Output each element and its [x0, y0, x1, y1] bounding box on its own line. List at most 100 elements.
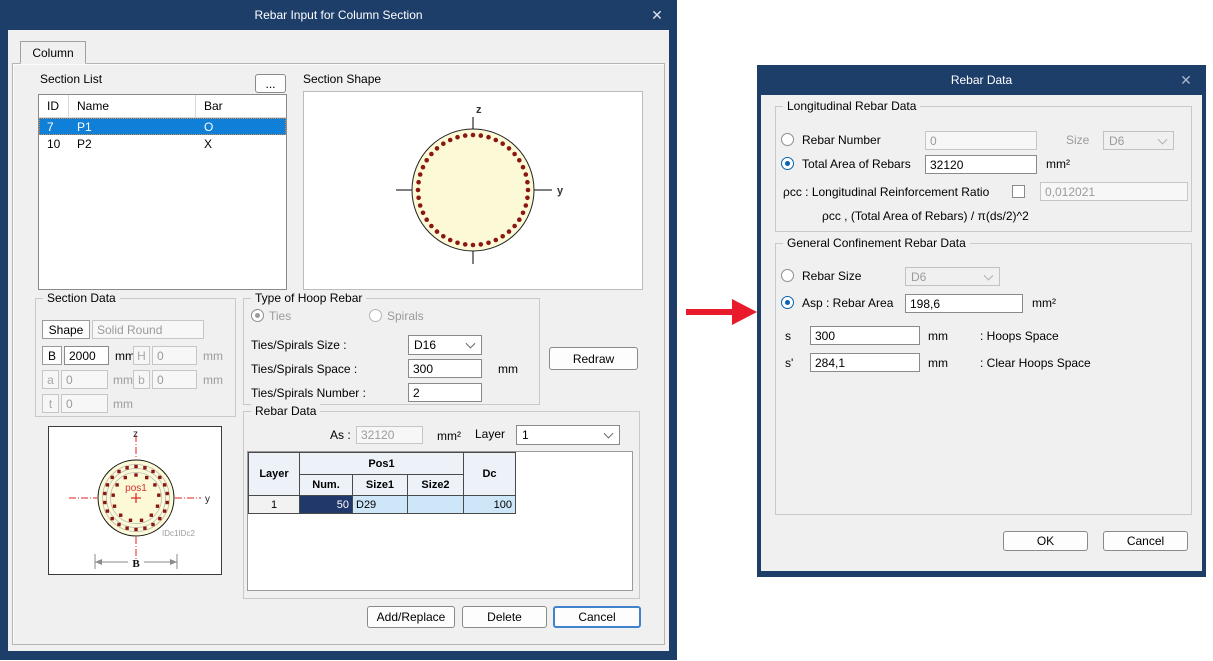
total-area-field[interactable]: 32120	[925, 155, 1037, 174]
cell-dc[interactable]: 100	[464, 496, 516, 514]
header-size2: Size2	[408, 475, 464, 496]
pcc-checkbox[interactable]	[1012, 185, 1025, 198]
left-dialog-title: Rebar Input for Column Section	[254, 8, 422, 22]
right-dialog-titlebar[interactable]: Rebar Data ✕	[757, 65, 1206, 95]
rebar-size-select: D6	[905, 267, 1000, 286]
size-select: D6	[1103, 131, 1174, 150]
s-desc: : Hoops Space	[980, 329, 1059, 344]
a-field: 0	[61, 370, 108, 389]
axis-y-label: y	[557, 185, 564, 197]
ties-space-unit: mm	[498, 362, 518, 377]
total-area-radio[interactable]	[781, 157, 794, 170]
column-name: Name	[69, 95, 196, 117]
cell-id: 7	[39, 120, 69, 134]
total-area-unit: mm²	[1046, 157, 1070, 172]
section-shape-label: Section Shape	[303, 72, 381, 87]
section-data-legend: Section Data	[43, 291, 120, 306]
sp-unit: mm	[928, 356, 948, 371]
header-pos1: Pos1	[300, 453, 464, 475]
list-item-p2[interactable]: 10 P2 X	[39, 135, 286, 152]
size-select-value: D6	[1109, 134, 1124, 148]
hoop-rebar-legend: Type of Hoop Rebar	[251, 291, 366, 306]
cell-size2[interactable]	[408, 496, 464, 514]
close-icon[interactable]: ✕	[643, 0, 671, 30]
cell-id: 10	[39, 137, 69, 151]
chevron-down-icon	[984, 270, 994, 280]
rebar-number-label: Rebar Number	[802, 133, 881, 148]
cell-bar: O	[196, 120, 286, 134]
ties-size-select[interactable]: D16	[408, 335, 482, 355]
shape-field: Solid Round	[92, 320, 204, 339]
ties-space-field[interactable]: 300	[408, 359, 482, 378]
rebar-data-dialog: Rebar Data ✕ Longitudinal Rebar Data Reb…	[757, 65, 1206, 577]
t-field: 0	[61, 394, 108, 413]
rebar-number-radio[interactable]	[781, 133, 794, 146]
s-unit: mm	[928, 329, 948, 344]
b2-unit: mm	[203, 373, 223, 388]
close-icon[interactable]: ✕	[1172, 65, 1200, 95]
rebar-data-legend: Rebar Data	[251, 404, 320, 419]
asp-label: Asp : Rebar Area	[802, 296, 893, 311]
column-bar: Bar	[196, 95, 286, 117]
ties-radio-label: Ties	[269, 309, 291, 324]
pcc-label: ρcc : Longitudinal Reinforcement Ratio	[783, 185, 989, 200]
b-field-label: B	[42, 346, 62, 365]
cell-name: P1	[69, 120, 196, 134]
browse-button[interactable]: ...	[255, 74, 286, 93]
sp-field[interactable]: 284,1	[810, 353, 920, 372]
cancel-button[interactable]: Cancel	[1103, 531, 1188, 551]
longitudinal-legend: Longitudinal Rebar Data	[783, 99, 920, 114]
ties-radio	[251, 309, 264, 322]
pcc-field: 0,012021	[1040, 182, 1188, 201]
section-list-label: Section List	[40, 72, 102, 87]
asp-field[interactable]: 198,6	[905, 294, 1023, 313]
sp-desc: : Clear Hoops Space	[980, 356, 1091, 371]
chevron-down-icon	[466, 339, 476, 349]
right-dialog-title: Rebar Data	[951, 73, 1012, 87]
cancel-button[interactable]: Cancel	[553, 606, 641, 628]
ok-button[interactable]: OK	[1003, 531, 1088, 551]
s-label: s	[785, 329, 791, 344]
cell-size1[interactable]: D29	[353, 496, 408, 514]
size-label: Size	[1066, 133, 1089, 148]
layer-label: Layer	[475, 427, 505, 442]
axis-z-label: z	[476, 104, 482, 116]
cell-name: P2	[69, 137, 196, 151]
layer-select[interactable]: 1	[516, 425, 620, 445]
tab-column[interactable]: Column	[20, 41, 86, 64]
section-list-header: ID Name Bar	[39, 95, 286, 118]
s-field[interactable]: 300	[810, 326, 920, 345]
cell-num-selected[interactable]: 50	[300, 496, 353, 514]
t-field-label: t	[42, 394, 59, 413]
rebar-size-label: Rebar Size	[802, 269, 861, 284]
rebar-number-field: 0	[925, 131, 1037, 150]
cell-layer[interactable]: 1	[249, 496, 300, 514]
rebar-size-select-value: D6	[911, 270, 926, 284]
section-list[interactable]: ID Name Bar 7 P1 O 10 P2 X	[38, 94, 287, 290]
layer-select-value: 1	[522, 428, 529, 442]
pcc-formula: ρcc , (Total Area of Rebars) / π(ds/2)^2	[822, 209, 1029, 224]
asp-radio[interactable]	[781, 296, 794, 309]
ties-number-field[interactable]: 2	[408, 383, 482, 402]
asp-unit: mm²	[1032, 296, 1056, 311]
add-replace-button[interactable]: Add/Replace	[367, 606, 455, 628]
b-dimension-label: B	[132, 558, 140, 570]
ties-size-label: Ties/Spirals Size :	[251, 338, 347, 353]
b-unit: mm	[115, 349, 135, 364]
screenshot-canvas: Rebar Input for Column Section ✕ Column …	[0, 0, 1213, 661]
t-unit: mm	[113, 397, 133, 412]
redraw-button[interactable]: Redraw	[549, 347, 638, 370]
b-field[interactable]: 2000	[64, 346, 109, 365]
sp-label: s'	[785, 356, 793, 371]
list-item-p1[interactable]: 7 P1 O	[39, 118, 286, 135]
b2-field-label: b	[133, 370, 150, 389]
delete-button[interactable]: Delete	[462, 606, 547, 628]
dc-dimension-label: IDc1IDc2	[162, 529, 195, 538]
section-shape-preview: z y	[303, 91, 643, 290]
rebar-size-radio[interactable]	[781, 269, 794, 282]
as-label: As :	[330, 428, 351, 443]
left-dialog-titlebar[interactable]: Rebar Input for Column Section ✕	[0, 0, 677, 30]
b2-field: 0	[152, 370, 197, 389]
ties-size-value: D16	[414, 338, 436, 352]
table-row: 1 50 D29 100	[249, 496, 516, 514]
